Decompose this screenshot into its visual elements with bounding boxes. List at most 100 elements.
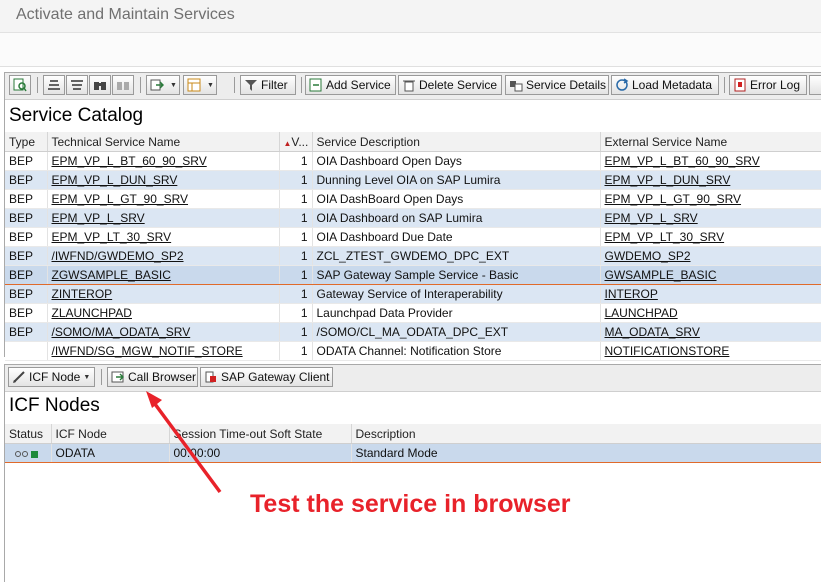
- technical-name-cell[interactable]: EPM_VP_L_DUN_SRV: [47, 170, 280, 190]
- external-name-link[interactable]: INTEROP: [605, 287, 658, 301]
- table-row[interactable]: BEP/IWFND/GWDEMO_SP2 1 ZCL_ZTEST_GWDEMO_DP…: [5, 246, 821, 266]
- sort-descending-button[interactable]: [66, 75, 88, 95]
- technical-name-link[interactable]: /IWFND/GWDEMO_SP2: [52, 249, 184, 263]
- external-name-cell[interactable]: GWDEMO_SP2: [600, 246, 821, 266]
- external-name-cell[interactable]: EPM_VP_LT_30_SRV: [600, 227, 821, 247]
- column-header-version-label: V...: [291, 134, 309, 149]
- icf-node-button[interactable]: ICF Node ▼: [8, 367, 95, 387]
- external-name-link[interactable]: GWDEMO_SP2: [605, 249, 691, 263]
- separator: [234, 77, 235, 93]
- technical-name-link[interactable]: /IWFND/SG_MGW_NOTIF_STORE: [52, 344, 243, 358]
- type-cell: BEP: [5, 246, 48, 266]
- more-button[interactable]: [809, 75, 821, 95]
- sort-ascending-button[interactable]: [43, 75, 65, 95]
- table-row[interactable]: BEP/SOMO/MA_ODATA_SRV 1/SOMO/CL_MA_ODATA_…: [5, 322, 821, 342]
- column-header-technical-name[interactable]: Technical Service Name: [47, 132, 280, 152]
- external-name-cell[interactable]: EPM_VP_L_GT_90_SRV: [600, 189, 821, 209]
- column-header-description[interactable]: Service Description: [312, 132, 601, 152]
- type-cell: BEP: [5, 189, 48, 209]
- external-name-link[interactable]: NOTIFICATIONSTORE: [605, 344, 730, 358]
- technical-name-cell[interactable]: /IWFND/GWDEMO_SP2: [47, 246, 280, 266]
- table-row[interactable]: BEP EPM_VP_L_BT_60_90_SRV 1 OIA Dashboard O…: [5, 151, 821, 171]
- technical-name-cell[interactable]: /IWFND/SG_MGW_NOTIF_STORE: [47, 341, 280, 361]
- table-row[interactable]: BEP EPM_VP_LT_30_SRV 1 OIA Dashboard Due Da…: [5, 227, 821, 247]
- filter-label: Filter: [261, 78, 288, 92]
- version-cell: 1: [279, 322, 313, 342]
- technical-name-link[interactable]: EPM_VP_L_DUN_SRV: [52, 173, 178, 187]
- table-row[interactable]: BEP ZGWSAMPLE_BASIC 1 SAP Gateway Sample Se…: [5, 265, 821, 285]
- table-row[interactable]: BEP ZLAUNCHPAD 1 Launchpad Data Provider LAU…: [5, 303, 821, 323]
- details-icon: [509, 78, 523, 92]
- add-service-button[interactable]: Add Service: [305, 75, 396, 95]
- column-header-description[interactable]: Description: [351, 424, 821, 444]
- technical-name-cell[interactable]: EPM_VP_L_GT_90_SRV: [47, 189, 280, 209]
- external-name-link[interactable]: EPM_VP_L_GT_90_SRV: [605, 192, 742, 206]
- add-icon: [309, 78, 323, 92]
- table-row[interactable]: BEP EPM_VP_L_SRV 1 OIA Dashboard on SAP Lum…: [5, 208, 821, 228]
- chevron-down-icon: ▼: [207, 81, 214, 89]
- technical-name-cell[interactable]: ZGWSAMPLE_BASIC: [47, 265, 280, 285]
- technical-name-cell[interactable]: EPM_VP_L_BT_60_90_SRV: [47, 151, 280, 171]
- technical-name-link[interactable]: /SOMO/MA_ODATA_SRV: [52, 325, 191, 339]
- external-name-link[interactable]: LAUNCHPAD: [605, 306, 678, 320]
- column-header-status[interactable]: Status: [5, 424, 52, 444]
- service-details-button[interactable]: Service Details: [505, 75, 609, 95]
- external-name-link[interactable]: EPM_VP_L_BT_60_90_SRV: [605, 154, 760, 168]
- external-name-cell[interactable]: GWSAMPLE_BASIC: [600, 265, 821, 285]
- error-log-icon: [733, 78, 747, 92]
- table-row[interactable]: BEP EPM_VP_L_GT_90_SRV 1 OIA DashBoard Open…: [5, 189, 821, 209]
- version-cell: 1: [279, 284, 313, 304]
- external-name-cell[interactable]: EPM_VP_L_BT_60_90_SRV: [600, 151, 821, 171]
- table-row[interactable]: ODATA 00:00:00 Standard Mode: [5, 443, 821, 463]
- technical-name-link[interactable]: EPM_VP_L_BT_60_90_SRV: [52, 154, 207, 168]
- external-name-cell[interactable]: NOTIFICATIONSTORE: [600, 341, 821, 361]
- table-row[interactable]: /IWFND/SG_MGW_NOTIF_STORE 1 ODATA Channel:…: [5, 341, 821, 361]
- version-cell: 1: [279, 341, 313, 361]
- delete-service-button[interactable]: Delete Service: [398, 75, 502, 95]
- description-cell: ODATA Channel: Notification Store: [312, 341, 601, 361]
- technical-name-link[interactable]: ZLAUNCHPAD: [52, 306, 132, 320]
- gateway-client-button[interactable]: SAP Gateway Client: [200, 367, 333, 387]
- technical-name-link[interactable]: ZGWSAMPLE_BASIC: [52, 268, 171, 282]
- load-metadata-button[interactable]: Load Metadata: [611, 75, 719, 95]
- layout-button[interactable]: ▼: [183, 75, 217, 95]
- column-header-type[interactable]: Type: [5, 132, 48, 152]
- separator: [101, 369, 102, 385]
- external-name-link[interactable]: EPM_VP_L_SRV: [605, 211, 698, 225]
- export-button[interactable]: ▼: [146, 75, 180, 95]
- technical-name-cell[interactable]: ZINTEROP: [47, 284, 280, 304]
- technical-name-link[interactable]: EPM_VP_L_SRV: [52, 211, 145, 225]
- external-name-link[interactable]: EPM_VP_L_DUN_SRV: [605, 173, 731, 187]
- technical-name-cell[interactable]: EPM_VP_L_SRV: [47, 208, 280, 228]
- delete-service-label: Delete Service: [419, 78, 498, 92]
- call-browser-button[interactable]: Call Browser: [107, 367, 198, 387]
- column-header-external-name[interactable]: External Service Name: [600, 132, 821, 152]
- technical-name-cell[interactable]: /SOMO/MA_ODATA_SRV: [47, 322, 280, 342]
- column-header-version[interactable]: ▲V...: [279, 132, 313, 152]
- external-name-link[interactable]: MA_ODATA_SRV: [605, 325, 700, 339]
- external-name-cell[interactable]: EPM_VP_L_SRV: [600, 208, 821, 228]
- find-next-button[interactable]: [112, 75, 134, 95]
- details-button[interactable]: [9, 75, 31, 95]
- type-cell: BEP: [5, 284, 48, 304]
- gateway-client-icon: [204, 370, 218, 384]
- external-name-cell[interactable]: LAUNCHPAD: [600, 303, 821, 323]
- technical-name-link[interactable]: EPM_VP_LT_30_SRV: [52, 230, 172, 244]
- technical-name-link[interactable]: EPM_VP_L_GT_90_SRV: [52, 192, 189, 206]
- filter-button[interactable]: Filter: [240, 75, 296, 95]
- external-name-cell[interactable]: MA_ODATA_SRV: [600, 322, 821, 342]
- external-name-cell[interactable]: INTEROP: [600, 284, 821, 304]
- error-log-button[interactable]: Error Log: [729, 75, 807, 95]
- technical-name-link[interactable]: ZINTEROP: [52, 287, 113, 301]
- icf-nodes-toolbar: ICF Node ▼ Call Browser SAP Gateway Clien…: [5, 365, 821, 392]
- external-name-cell[interactable]: EPM_VP_L_DUN_SRV: [600, 170, 821, 190]
- chevron-down-icon: ▼: [83, 373, 91, 381]
- table-row[interactable]: BEP ZINTEROP 1 Gateway Service of Interaper…: [5, 284, 821, 304]
- icf-nodes-table: Status ICF Node Session Time-out Soft St…: [5, 424, 821, 463]
- table-row[interactable]: BEP EPM_VP_L_DUN_SRV 1 Dunning Level OIA on…: [5, 170, 821, 190]
- find-button[interactable]: [89, 75, 111, 95]
- technical-name-cell[interactable]: ZLAUNCHPAD: [47, 303, 280, 323]
- external-name-link[interactable]: EPM_VP_LT_30_SRV: [605, 230, 725, 244]
- external-name-link[interactable]: GWSAMPLE_BASIC: [605, 268, 717, 282]
- technical-name-cell[interactable]: EPM_VP_LT_30_SRV: [47, 227, 280, 247]
